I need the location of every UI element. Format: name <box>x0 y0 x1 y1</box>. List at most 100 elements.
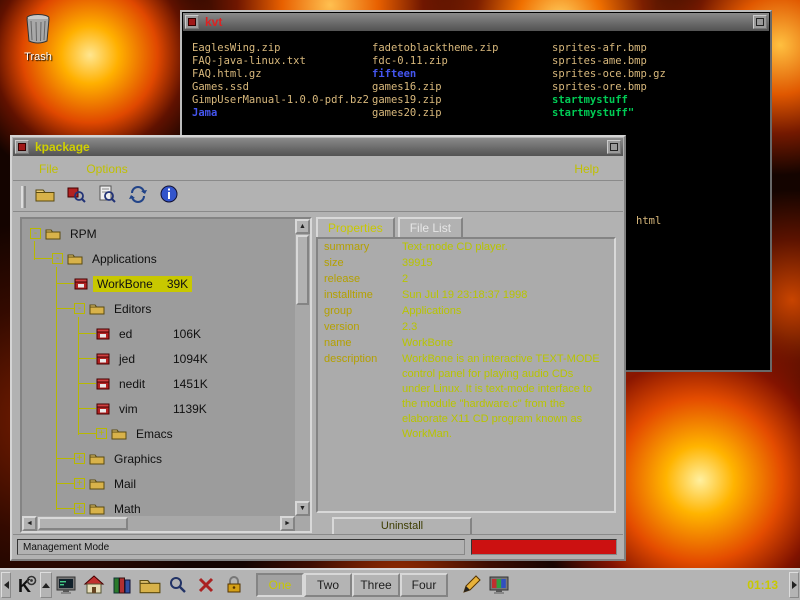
editor-launcher[interactable] <box>458 572 484 598</box>
menubar: File Options Help <box>13 157 623 181</box>
menu-options[interactable]: Options <box>80 160 133 178</box>
filename: sprites-ame.bmp <box>552 55 647 68</box>
listing-row: FAQ-java-linux.txt fdc-0.11.zip sprites-… <box>192 55 666 68</box>
open-folder-icon <box>35 186 55 207</box>
home-launcher[interactable] <box>81 572 107 598</box>
progress-bar <box>471 539 617 555</box>
tree-item-ed[interactable]: ed106K <box>22 321 295 346</box>
package-icon <box>96 402 110 415</box>
expander-icon[interactable] <box>74 503 85 514</box>
lock-screen-button[interactable] <box>221 572 247 598</box>
scroll-right-icon[interactable]: ► <box>280 516 295 531</box>
pencil-icon <box>460 574 482 596</box>
terminal-launcher[interactable] <box>53 572 79 598</box>
home-icon <box>83 574 105 596</box>
expander-icon[interactable] <box>52 253 63 264</box>
filename: sprites-oce.bmp.gz <box>552 68 666 81</box>
scroll-down-icon[interactable]: ▼ <box>295 501 310 516</box>
tab-properties[interactable]: Properties <box>316 217 395 238</box>
find-package-icon <box>66 184 86 209</box>
maximize-button[interactable] <box>607 140 621 154</box>
window-menu-button[interactable] <box>15 140 29 154</box>
inspect-file-button[interactable] <box>95 185 119 209</box>
expander-icon[interactable] <box>74 478 85 489</box>
tree-item-mail[interactable]: Mail <box>22 471 295 496</box>
panel-hide-right-button[interactable] <box>789 572 799 598</box>
properties-panel: summary Text-mode CD player. size 39915 … <box>316 237 616 513</box>
property-value: WorkBone <box>402 335 602 351</box>
refresh-icon <box>128 184 148 209</box>
package-size: 1139K <box>173 402 207 416</box>
toolbar-drag-handle[interactable] <box>21 186 26 208</box>
filename: EaglesWing.zip <box>192 42 372 55</box>
info-button[interactable] <box>157 185 181 209</box>
kvt-mini-icon <box>188 18 196 26</box>
tree-item-editors[interactable]: Editors <box>22 296 295 321</box>
up-arrow-icon <box>42 583 50 588</box>
property-label: size <box>324 255 402 271</box>
tree-label: WorkBone <box>97 277 153 291</box>
tree-item-graphics[interactable]: Graphics <box>22 446 295 471</box>
display-settings-launcher[interactable] <box>486 572 512 598</box>
expander-icon[interactable] <box>74 303 85 314</box>
open-folder-button[interactable] <box>33 185 57 209</box>
scrollbar-thumb[interactable] <box>296 235 309 305</box>
horizontal-scrollbar[interactable]: ◄ ► <box>22 516 295 531</box>
tree-item-vim[interactable]: vim1139K <box>22 396 295 421</box>
refresh-button[interactable] <box>126 185 150 209</box>
pager-desktop-four[interactable]: Four <box>400 573 448 597</box>
panel-clock: 01:13 <box>747 578 778 592</box>
tree-item-emacs[interactable]: Emacs <box>22 421 295 446</box>
window-list-button[interactable] <box>40 572 52 598</box>
pager-desktop-three[interactable]: Three <box>352 573 400 597</box>
tree-item-jed[interactable]: jed1094K <box>22 346 295 371</box>
listing-row: EaglesWing.zip fadetoblacktheme.zip spri… <box>192 42 666 55</box>
menu-file[interactable]: File <box>33 160 64 178</box>
folder-icon <box>139 576 161 594</box>
package-icon <box>96 352 110 365</box>
tree-label: RPM <box>70 227 97 241</box>
pager-desktop-one[interactable]: One <box>256 573 304 597</box>
kill-window-button[interactable] <box>193 572 219 598</box>
listing-row: Games.ssd games16.zip sprites-ore.bmp <box>192 81 666 94</box>
window-menu-button[interactable] <box>185 15 199 29</box>
tree-item-workbone[interactable]: WorkBone 39K <box>22 271 295 296</box>
expander-icon[interactable] <box>96 428 107 439</box>
find-launcher[interactable] <box>165 572 191 598</box>
scrollbar-thumb[interactable] <box>38 517 128 530</box>
filename: fadetoblacktheme.zip <box>372 42 552 55</box>
pager-desktop-two[interactable]: Two <box>304 573 352 597</box>
trash-desktop-icon[interactable]: Trash <box>14 12 62 63</box>
property-value: 2 <box>402 271 602 287</box>
property-label: summary <box>324 239 402 255</box>
scroll-up-icon[interactable]: ▲ <box>295 219 310 234</box>
tab-file-list[interactable]: File List <box>398 217 463 238</box>
property-label: version <box>324 319 402 335</box>
tree-item-math[interactable]: Math <box>22 496 295 516</box>
svg-text:K: K <box>18 576 31 596</box>
k-menu-icon: K <box>15 574 37 596</box>
panel-hide-left-button[interactable] <box>1 572 11 598</box>
info-icon <box>159 184 179 209</box>
tree-item-nedit[interactable]: nedit1451K <box>22 371 295 396</box>
k-menu-button[interactable]: K <box>13 572 39 598</box>
scrollbar-corner <box>295 516 310 531</box>
find-package-button[interactable] <box>64 185 88 209</box>
tree-label: nedit <box>119 377 159 391</box>
property-row: group Applications <box>318 303 614 319</box>
expander-icon[interactable] <box>30 228 41 239</box>
package-size: 39K <box>167 277 188 291</box>
tree-item-rpm[interactable]: RPM <box>22 221 295 246</box>
listing-row: GimpUserManual-1.0.0-pdf.bz2 games19.zip… <box>192 94 666 107</box>
vertical-scrollbar[interactable]: ▲ ▼ <box>295 219 310 516</box>
expander-icon[interactable] <box>74 453 85 464</box>
scroll-left-icon[interactable]: ◄ <box>22 516 37 531</box>
menu-help[interactable]: Help <box>568 160 605 178</box>
tree-item-applications[interactable]: Applications <box>22 246 295 271</box>
kvt-titlebar[interactable]: kvt <box>183 13 769 31</box>
maximize-button[interactable] <box>753 15 767 29</box>
filename: games16.zip <box>372 81 552 94</box>
kpackage-titlebar[interactable]: kpackage <box>13 138 623 156</box>
file-manager-launcher[interactable] <box>137 572 163 598</box>
help-books-launcher[interactable] <box>109 572 135 598</box>
